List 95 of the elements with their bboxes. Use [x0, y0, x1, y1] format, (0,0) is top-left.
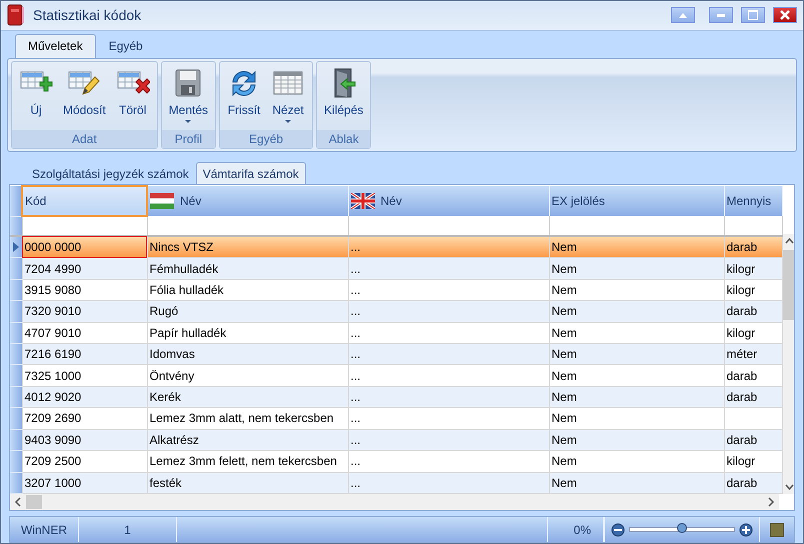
minimize-icon	[717, 14, 725, 17]
window-title: Statisztikai kódok	[33, 7, 142, 24]
table-cell: Nem	[549, 472, 724, 494]
ribbon-tab[interactable]: Egyéb	[96, 34, 156, 58]
table-cell: ...	[348, 344, 549, 365]
table-cell: 4012 9020	[22, 386, 147, 408]
table-cell: darab	[724, 364, 782, 386]
table-cell: Nem	[549, 408, 724, 430]
table-cell: Lemez 3mm felett, nem tekercsben	[147, 450, 348, 472]
column-header[interactable]: Név	[147, 186, 348, 216]
table-cell: ...	[348, 429, 549, 451]
ribbon-tab[interactable]: Műveletek	[15, 34, 96, 58]
table-cell: kilogr	[724, 258, 782, 280]
table-cell: Fémhulladék	[147, 258, 348, 280]
table-cell: darab	[724, 472, 782, 494]
table-cell: Idomvas	[147, 344, 348, 365]
table-cell: 9403 9090	[22, 429, 147, 451]
flag-icon	[350, 193, 374, 210]
close-button[interactable]	[773, 7, 797, 24]
table-cell: ...	[348, 472, 549, 494]
table-cell: Nem	[549, 258, 724, 280]
group-label: Egyéb	[220, 130, 312, 148]
table-cell: Alkatrész	[147, 429, 348, 451]
table-cell: Nem	[549, 450, 724, 472]
ribbon-button[interactable]: Töröl	[112, 64, 154, 128]
table-cell: Nincs VTSZ	[147, 236, 348, 258]
table-cell: darab	[724, 429, 782, 451]
maximize-button[interactable]	[741, 7, 765, 24]
triangle-icon	[679, 12, 687, 18]
table-cell: Nem	[549, 364, 724, 386]
table-cell: Kerék	[147, 386, 348, 408]
column-header[interactable]: Kód	[22, 186, 147, 216]
column-header[interactable]: EX jelölés	[549, 186, 724, 216]
table-cell: Lemez 3mm alatt, nem tekercsben	[147, 408, 348, 430]
table-cell: 7204 4990	[22, 258, 147, 280]
zoom-percent: 0%	[546, 517, 604, 542]
table-cell: festék	[147, 472, 348, 494]
table-cell: 0000 0000	[22, 236, 147, 258]
slider-thumb[interactable]	[677, 523, 687, 534]
ribbon-button[interactable]: Kilépés	[320, 64, 368, 128]
group-label: Profil	[162, 130, 216, 148]
zoom-out-button[interactable]	[611, 522, 625, 537]
scroll-left-icon[interactable]	[14, 497, 22, 508]
table-cell: ...	[348, 236, 549, 258]
minimize-button[interactable]	[709, 7, 733, 24]
status-square-icon	[770, 522, 784, 537]
table-cell: Rugó	[147, 300, 348, 322]
table-cell: Öntvény	[147, 364, 348, 386]
scroll-right-icon[interactable]	[767, 497, 775, 508]
grid-tab[interactable]: Szolgáltatási jegyzék számok	[25, 162, 196, 184]
ribbon-button[interactable]: Mentés	[164, 64, 212, 128]
table-cell: ...	[348, 408, 549, 430]
plus-icon	[739, 522, 753, 537]
column-header[interactable]: Név	[348, 186, 549, 216]
table-cell: méter	[724, 344, 782, 365]
table-cell: 7320 9010	[22, 300, 147, 322]
table-cell: ...	[348, 300, 549, 322]
ribbon-button[interactable]: Frissít	[223, 64, 266, 128]
table-cell: 3207 1000	[22, 472, 147, 494]
ribbon-button[interactable]: Új	[15, 64, 57, 128]
ribbon-button[interactable]: Nézet	[267, 64, 310, 128]
group-label: Adat	[12, 130, 157, 148]
grid-tab[interactable]: Vámtarifa számok	[196, 162, 306, 184]
table-cell: Nem	[549, 386, 724, 408]
table-cell: kilogr	[724, 450, 782, 472]
table-cell: ...	[348, 450, 549, 472]
table-cell: 7209 2500	[22, 450, 147, 472]
table-cell	[724, 408, 782, 430]
table-cell: Nem	[549, 236, 724, 258]
table-cell: darab	[724, 236, 782, 258]
scroll-thumb[interactable]	[26, 495, 42, 510]
scroll-thumb[interactable]	[782, 250, 794, 320]
group-label: Ablak	[317, 130, 370, 148]
table-cell: ...	[348, 364, 549, 386]
table-cell: 7216 6190	[22, 344, 147, 365]
column-header[interactable]: Mennyis	[724, 186, 782, 216]
maximize-icon	[748, 10, 758, 20]
table-cell: ...	[348, 386, 549, 408]
flag-icon	[150, 193, 174, 210]
table-cell: darab	[724, 300, 782, 322]
table-cell: 7325 1000	[22, 364, 147, 386]
zoom-in-button[interactable]	[739, 522, 753, 537]
table-cell: Nem	[549, 344, 724, 365]
ribbon-button[interactable]: Módosít	[59, 64, 110, 128]
table-cell: 7209 2690	[22, 408, 147, 430]
close-icon	[780, 10, 790, 20]
status-app-name: WinNER	[10, 517, 79, 542]
table-cell: darab	[724, 386, 782, 408]
table-cell: Nem	[549, 300, 724, 322]
status-count: 1	[79, 517, 177, 542]
ribbon-collapse-button[interactable]	[671, 7, 695, 24]
minus-icon	[611, 522, 625, 537]
book-icon	[7, 4, 25, 26]
table-cell: ...	[348, 258, 549, 280]
table-cell: Nem	[549, 429, 724, 451]
